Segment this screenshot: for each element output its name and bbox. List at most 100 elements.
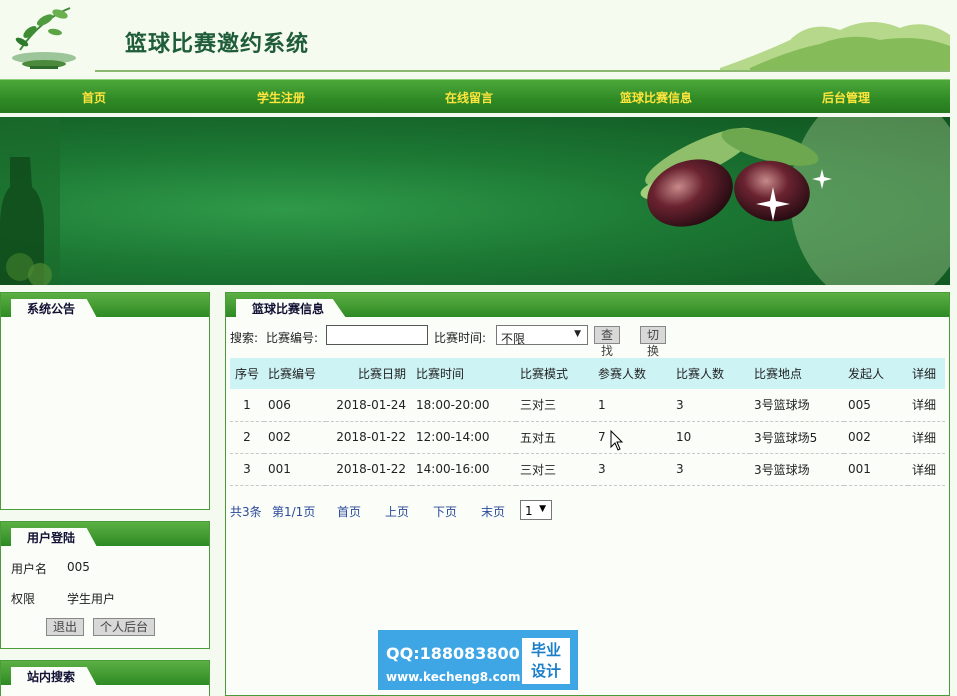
- chevron-down-icon: ▼: [574, 329, 581, 339]
- pager-page-info: 第1/1页: [272, 505, 316, 519]
- pager-first[interactable]: 首页: [337, 503, 361, 520]
- table-row: 2 002 2018-01-22 12:00-14:00 五对五 7 10 3号…: [230, 421, 945, 454]
- col-date: 比赛日期: [326, 358, 412, 389]
- col-detail: 详细: [908, 358, 945, 389]
- match-table: 序号 比赛编号 比赛日期 比赛时间 比赛模式 参赛人数 比赛人数 比赛地点 发起…: [230, 358, 945, 486]
- header-divider: [95, 70, 950, 72]
- match-time-select[interactable]: 不限 ▼: [496, 325, 588, 346]
- olive-branch-logo: [12, 7, 76, 69]
- cell-code: 002: [264, 421, 326, 454]
- role-label: 权限: [11, 592, 36, 606]
- cell-initiator: 005: [844, 389, 908, 422]
- pager-total: 共3条: [230, 505, 262, 519]
- watermark-graduation-badge: 毕业 设计: [522, 638, 570, 684]
- notice-panel-header: 系统公告: [1, 293, 209, 318]
- cell-players: 10: [672, 421, 750, 454]
- cell-mode: 五对五: [516, 421, 594, 454]
- detail-link[interactable]: 详细: [908, 389, 945, 422]
- cell-joined: 7: [594, 421, 672, 454]
- watermark-url: www.kecheng8.com: [386, 670, 521, 684]
- cell-location: 3号篮球场5: [750, 421, 844, 454]
- match-time-label: 比赛时间:: [434, 331, 487, 345]
- nav-home[interactable]: 首页: [82, 89, 106, 106]
- mountains-decoration: [720, 21, 950, 70]
- watermark-badge: QQ:188083800 www.kecheng8.com 毕业 设计: [378, 630, 578, 690]
- watermark-qq: QQ:188083800: [386, 644, 520, 663]
- site-search-panel: 站内搜索: [0, 660, 210, 696]
- table-row: 3 001 2018-01-22 14:00-16:00 三对三 3 3 3号篮…: [230, 453, 945, 486]
- cell-date: 2018-01-22: [326, 421, 412, 454]
- cell-index: 1: [230, 389, 264, 422]
- cell-date: 2018-01-22: [326, 453, 412, 486]
- login-panel-header: 用户登陆: [1, 522, 209, 547]
- cell-index: 2: [230, 421, 264, 454]
- cell-date: 2018-01-24: [326, 389, 412, 422]
- role-value: 学生用户: [67, 592, 116, 606]
- table-row: 1 006 2018-01-24 18:00-20:00 三对三 1 3 3号篮…: [230, 389, 945, 422]
- watermark-badge-line1: 毕业: [530, 641, 561, 659]
- logout-button[interactable]: 退出: [46, 618, 85, 636]
- detail-link[interactable]: 详细: [908, 421, 945, 454]
- col-code: 比赛编号: [264, 358, 326, 389]
- switch-view-button[interactable]: 切换视图: [640, 326, 667, 390]
- search-label: 搜索:: [230, 331, 259, 345]
- site-search-header: 站内搜索: [1, 661, 209, 686]
- cell-time: 12:00-14:00: [412, 421, 516, 454]
- banner-image: [0, 117, 950, 285]
- find-button[interactable]: 查找: [594, 326, 621, 358]
- page-select[interactable]: 1 ▼: [520, 500, 552, 520]
- chevron-down-icon: ▼: [539, 504, 546, 514]
- site-header: 篮球比赛邀约系统: [0, 0, 957, 76]
- col-joined: 参赛人数: [594, 358, 672, 389]
- col-location: 比赛地点: [750, 358, 844, 389]
- pager-next[interactable]: 下页: [433, 503, 457, 520]
- col-index: 序号: [230, 358, 264, 389]
- cell-players: 3: [672, 453, 750, 486]
- main-nav: 首页 学生注册 在线留言 篮球比赛信息 后台管理: [0, 79, 950, 113]
- cell-code: 006: [264, 389, 326, 422]
- cell-location: 3号篮球场: [750, 453, 844, 486]
- match-info-panel: 篮球比赛信息 搜索: 比赛编号: 比赛时间: 不限 ▼ 查找 切换视图 序号 比…: [225, 292, 950, 696]
- nav-admin[interactable]: 后台管理: [822, 89, 870, 106]
- col-time: 比赛时间: [412, 358, 516, 389]
- cell-initiator: 002: [844, 421, 908, 454]
- notice-panel: 系统公告: [0, 292, 210, 510]
- col-initiator: 发起人: [844, 358, 908, 389]
- cell-index: 3: [230, 453, 264, 486]
- cell-initiator: 001: [844, 453, 908, 486]
- nav-match-info[interactable]: 篮球比赛信息: [620, 89, 692, 106]
- nav-message-board[interactable]: 在线留言: [445, 89, 493, 106]
- cell-location: 3号篮球场: [750, 389, 844, 422]
- cell-mode: 三对三: [516, 389, 594, 422]
- cell-joined: 1: [594, 389, 672, 422]
- match-info-header: 篮球比赛信息: [226, 293, 949, 318]
- match-code-label: 比赛编号:: [266, 331, 319, 345]
- table-header-row: 序号 比赛编号 比赛日期 比赛时间 比赛模式 参赛人数 比赛人数 比赛地点 发起…: [230, 358, 945, 389]
- watermark-badge-line2: 设计: [530, 662, 561, 680]
- cell-code: 001: [264, 453, 326, 486]
- notice-panel-title: 系统公告: [11, 299, 98, 318]
- cell-players: 3: [672, 389, 750, 422]
- match-info-title: 篮球比赛信息: [236, 299, 347, 318]
- match-time-selected: 不限: [501, 332, 526, 346]
- match-code-input[interactable]: [326, 325, 428, 345]
- site-search-title: 站内搜索: [11, 667, 98, 686]
- col-players: 比赛人数: [672, 358, 750, 389]
- cell-time: 18:00-20:00: [412, 389, 516, 422]
- user-login-panel: 用户登陆 用户名 005 权限 学生用户 退出 个人后台: [0, 521, 210, 649]
- site-title: 篮球比赛邀约系统: [125, 32, 310, 57]
- detail-link[interactable]: 详细: [908, 453, 945, 486]
- login-panel-title: 用户登陆: [11, 528, 98, 547]
- pager-prev[interactable]: 上页: [385, 503, 409, 520]
- mouse-cursor-icon: [610, 430, 624, 451]
- profile-button[interactable]: 个人后台: [93, 618, 156, 636]
- pager-last[interactable]: 末页: [481, 503, 505, 520]
- username-label: 用户名: [11, 562, 48, 576]
- cell-time: 14:00-16:00: [412, 453, 516, 486]
- page-selected: 1: [525, 504, 533, 518]
- nav-student-register[interactable]: 学生注册: [257, 89, 305, 106]
- username-value: 005: [67, 560, 90, 574]
- col-mode: 比赛模式: [516, 358, 594, 389]
- cell-joined: 3: [594, 453, 672, 486]
- cell-mode: 三对三: [516, 453, 594, 486]
